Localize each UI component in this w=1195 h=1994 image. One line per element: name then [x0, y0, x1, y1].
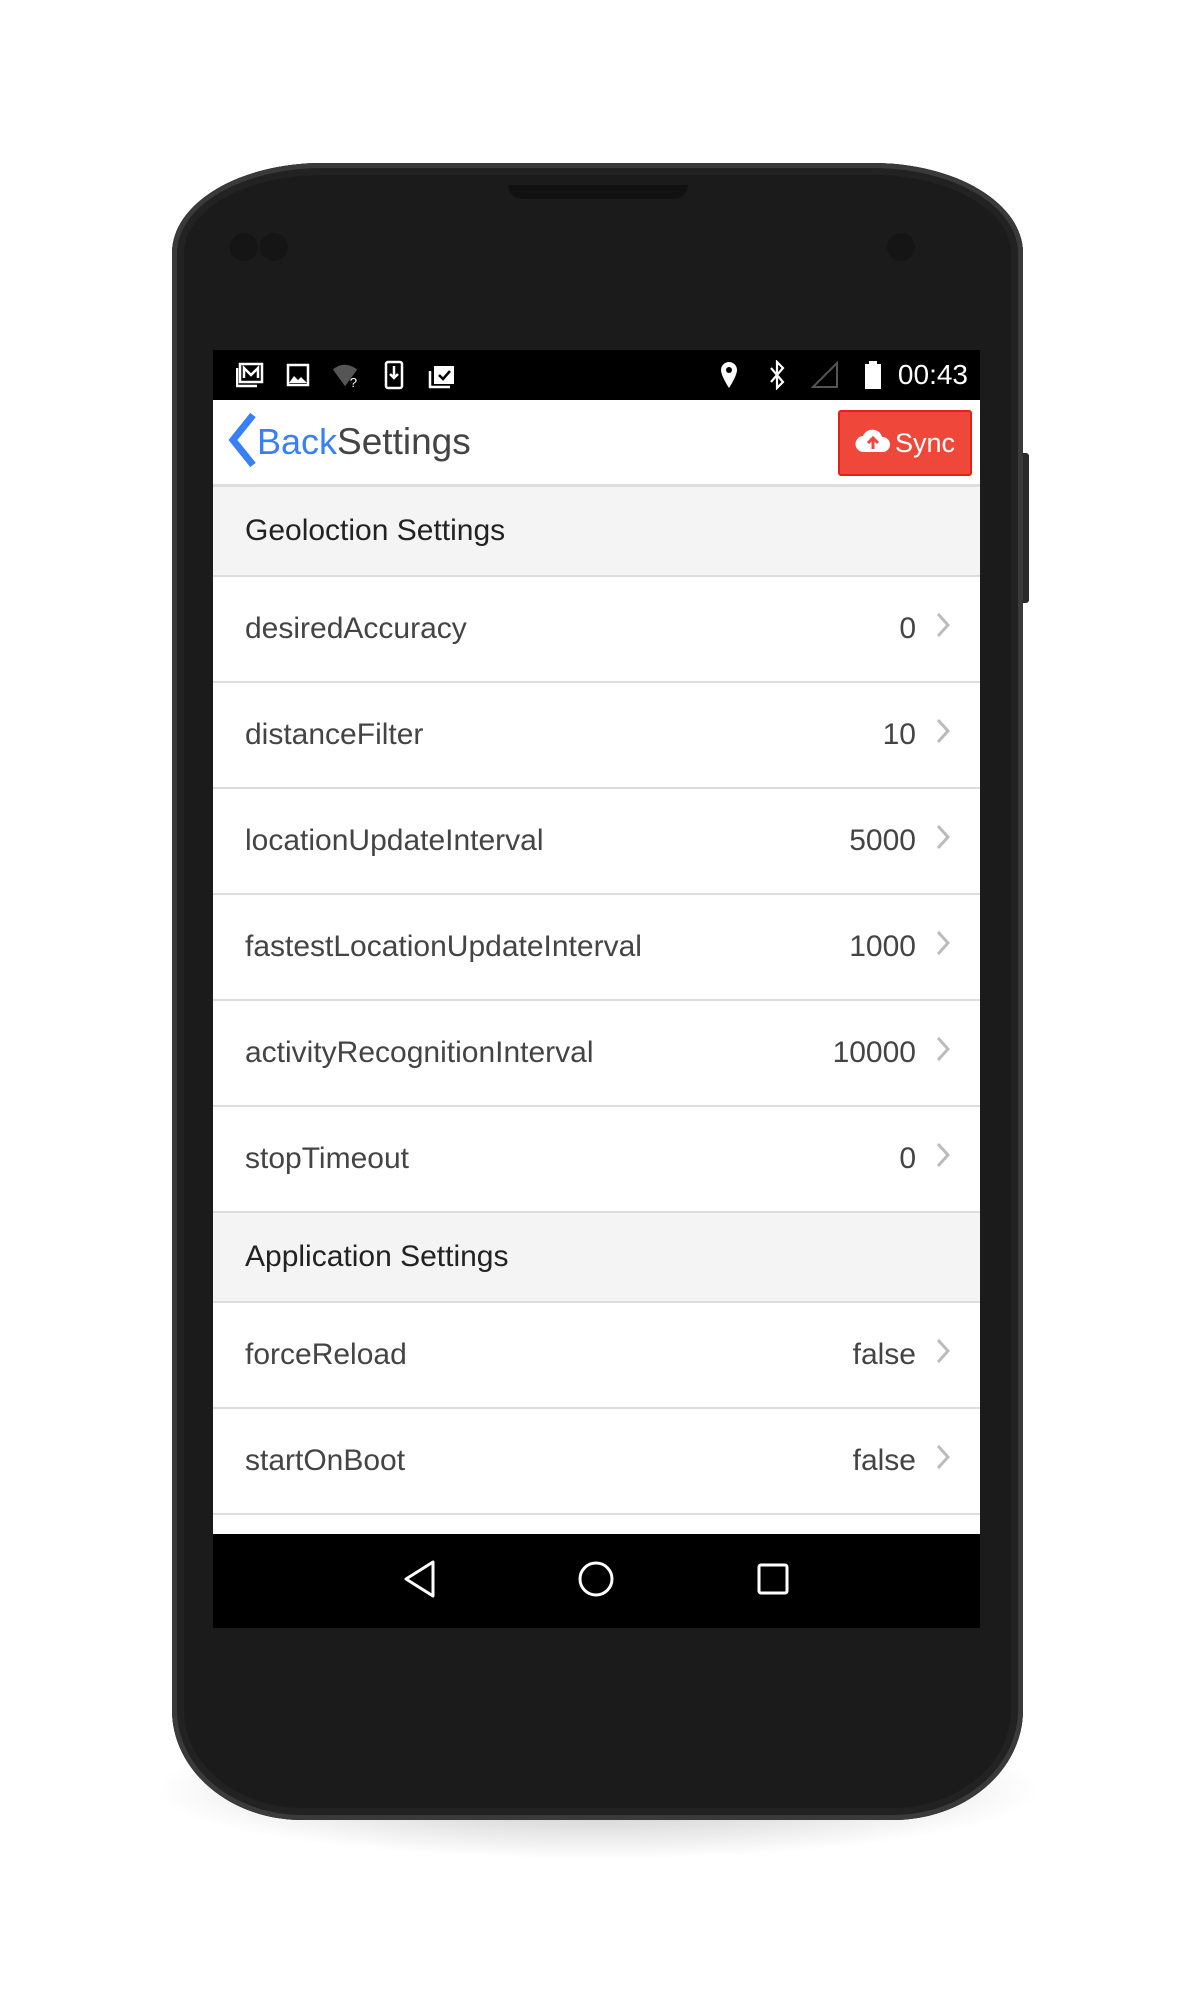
nav-home-icon[interactable] [577, 1560, 615, 1603]
sensor [260, 233, 288, 261]
chevron-right-icon [936, 718, 951, 752]
volume-button[interactable] [1023, 453, 1029, 603]
chevron-right-icon [936, 930, 951, 964]
setting-value: 1000 [849, 930, 916, 963]
sync-button[interactable]: Sync [838, 410, 972, 476]
chevron-right-icon [936, 1444, 951, 1478]
nav-back-icon[interactable] [403, 1560, 437, 1603]
svg-text:?: ? [350, 375, 357, 389]
setting-label: stopTimeout [245, 1142, 409, 1175]
back-label: Back [257, 421, 338, 462]
sensor [230, 233, 258, 261]
setting-label: activityRecognitionInterval [245, 1036, 594, 1069]
status-bar: ? 00:43 [213, 350, 980, 400]
setting-value: 10 [882, 718, 916, 751]
setting-label: locationUpdateInterval [245, 824, 544, 857]
setting-label: desiredAccuracy [245, 612, 467, 645]
android-nav-bar [213, 1534, 980, 1628]
back-button[interactable]: Back [227, 412, 337, 473]
speaker-grille [508, 185, 688, 199]
status-time: 00:43 [897, 359, 968, 390]
setting-value: false [852, 1444, 916, 1477]
setting-value: 5000 [849, 824, 916, 857]
list-item[interactable]: fastestLocationUpdateInterval 1000 [213, 895, 980, 1001]
setting-value: 0 [899, 612, 916, 645]
gmail-icon [235, 360, 265, 390]
list-item[interactable]: activityRecognitionInterval 10000 [213, 1001, 980, 1107]
chevron-right-icon [936, 1338, 951, 1372]
location-icon [714, 360, 744, 390]
setting-value: false [852, 1338, 916, 1371]
clipboard-check-icon [427, 360, 457, 390]
sync-label: Sync [894, 427, 956, 458]
download-icon [379, 360, 409, 390]
image-icon [283, 360, 313, 390]
chevron-right-icon [936, 1142, 951, 1176]
signal-icon [810, 360, 840, 390]
setting-value: 0 [899, 1142, 916, 1175]
bluetooth-icon [762, 360, 792, 390]
chevron-right-icon [936, 824, 951, 858]
chevron-right-icon [936, 612, 951, 646]
page-title: Settings [337, 421, 471, 462]
cloud-upload-icon [855, 427, 891, 460]
settings-list: Geoloction Settings desiredAccuracy 0 dis… [213, 487, 980, 1515]
setting-label: distanceFilter [245, 718, 424, 751]
list-item[interactable]: desiredAccuracy 0 [213, 577, 980, 683]
setting-value: 10000 [832, 1036, 916, 1069]
nav-recents-icon[interactable] [756, 1562, 790, 1601]
chevron-right-icon [936, 1036, 951, 1070]
list-item[interactable]: forceReload false [213, 1303, 980, 1409]
front-camera [887, 233, 915, 261]
list-item[interactable]: locationUpdateInterval 5000 [213, 789, 980, 895]
setting-label: startOnBoot [245, 1444, 406, 1477]
setting-label: fastestLocationUpdateInterval [245, 930, 642, 963]
list-item[interactable]: startOnBoot false [213, 1409, 980, 1515]
setting-label: forceReload [245, 1338, 407, 1371]
chevron-left-icon [227, 412, 257, 473]
phone-screen: ? 00:43 Back Settings Sync Geoloction Se… [213, 350, 980, 1628]
app-header: Back Settings Sync [213, 400, 980, 487]
section-header-geolocation: Geoloction Settings [213, 487, 980, 577]
section-header-application: Application Settings [213, 1213, 980, 1303]
list-item[interactable]: distanceFilter 10 [213, 683, 980, 789]
wifi-unknown-icon: ? [331, 360, 361, 390]
battery-icon [858, 360, 888, 390]
list-item[interactable]: stopTimeout 0 [213, 1107, 980, 1213]
